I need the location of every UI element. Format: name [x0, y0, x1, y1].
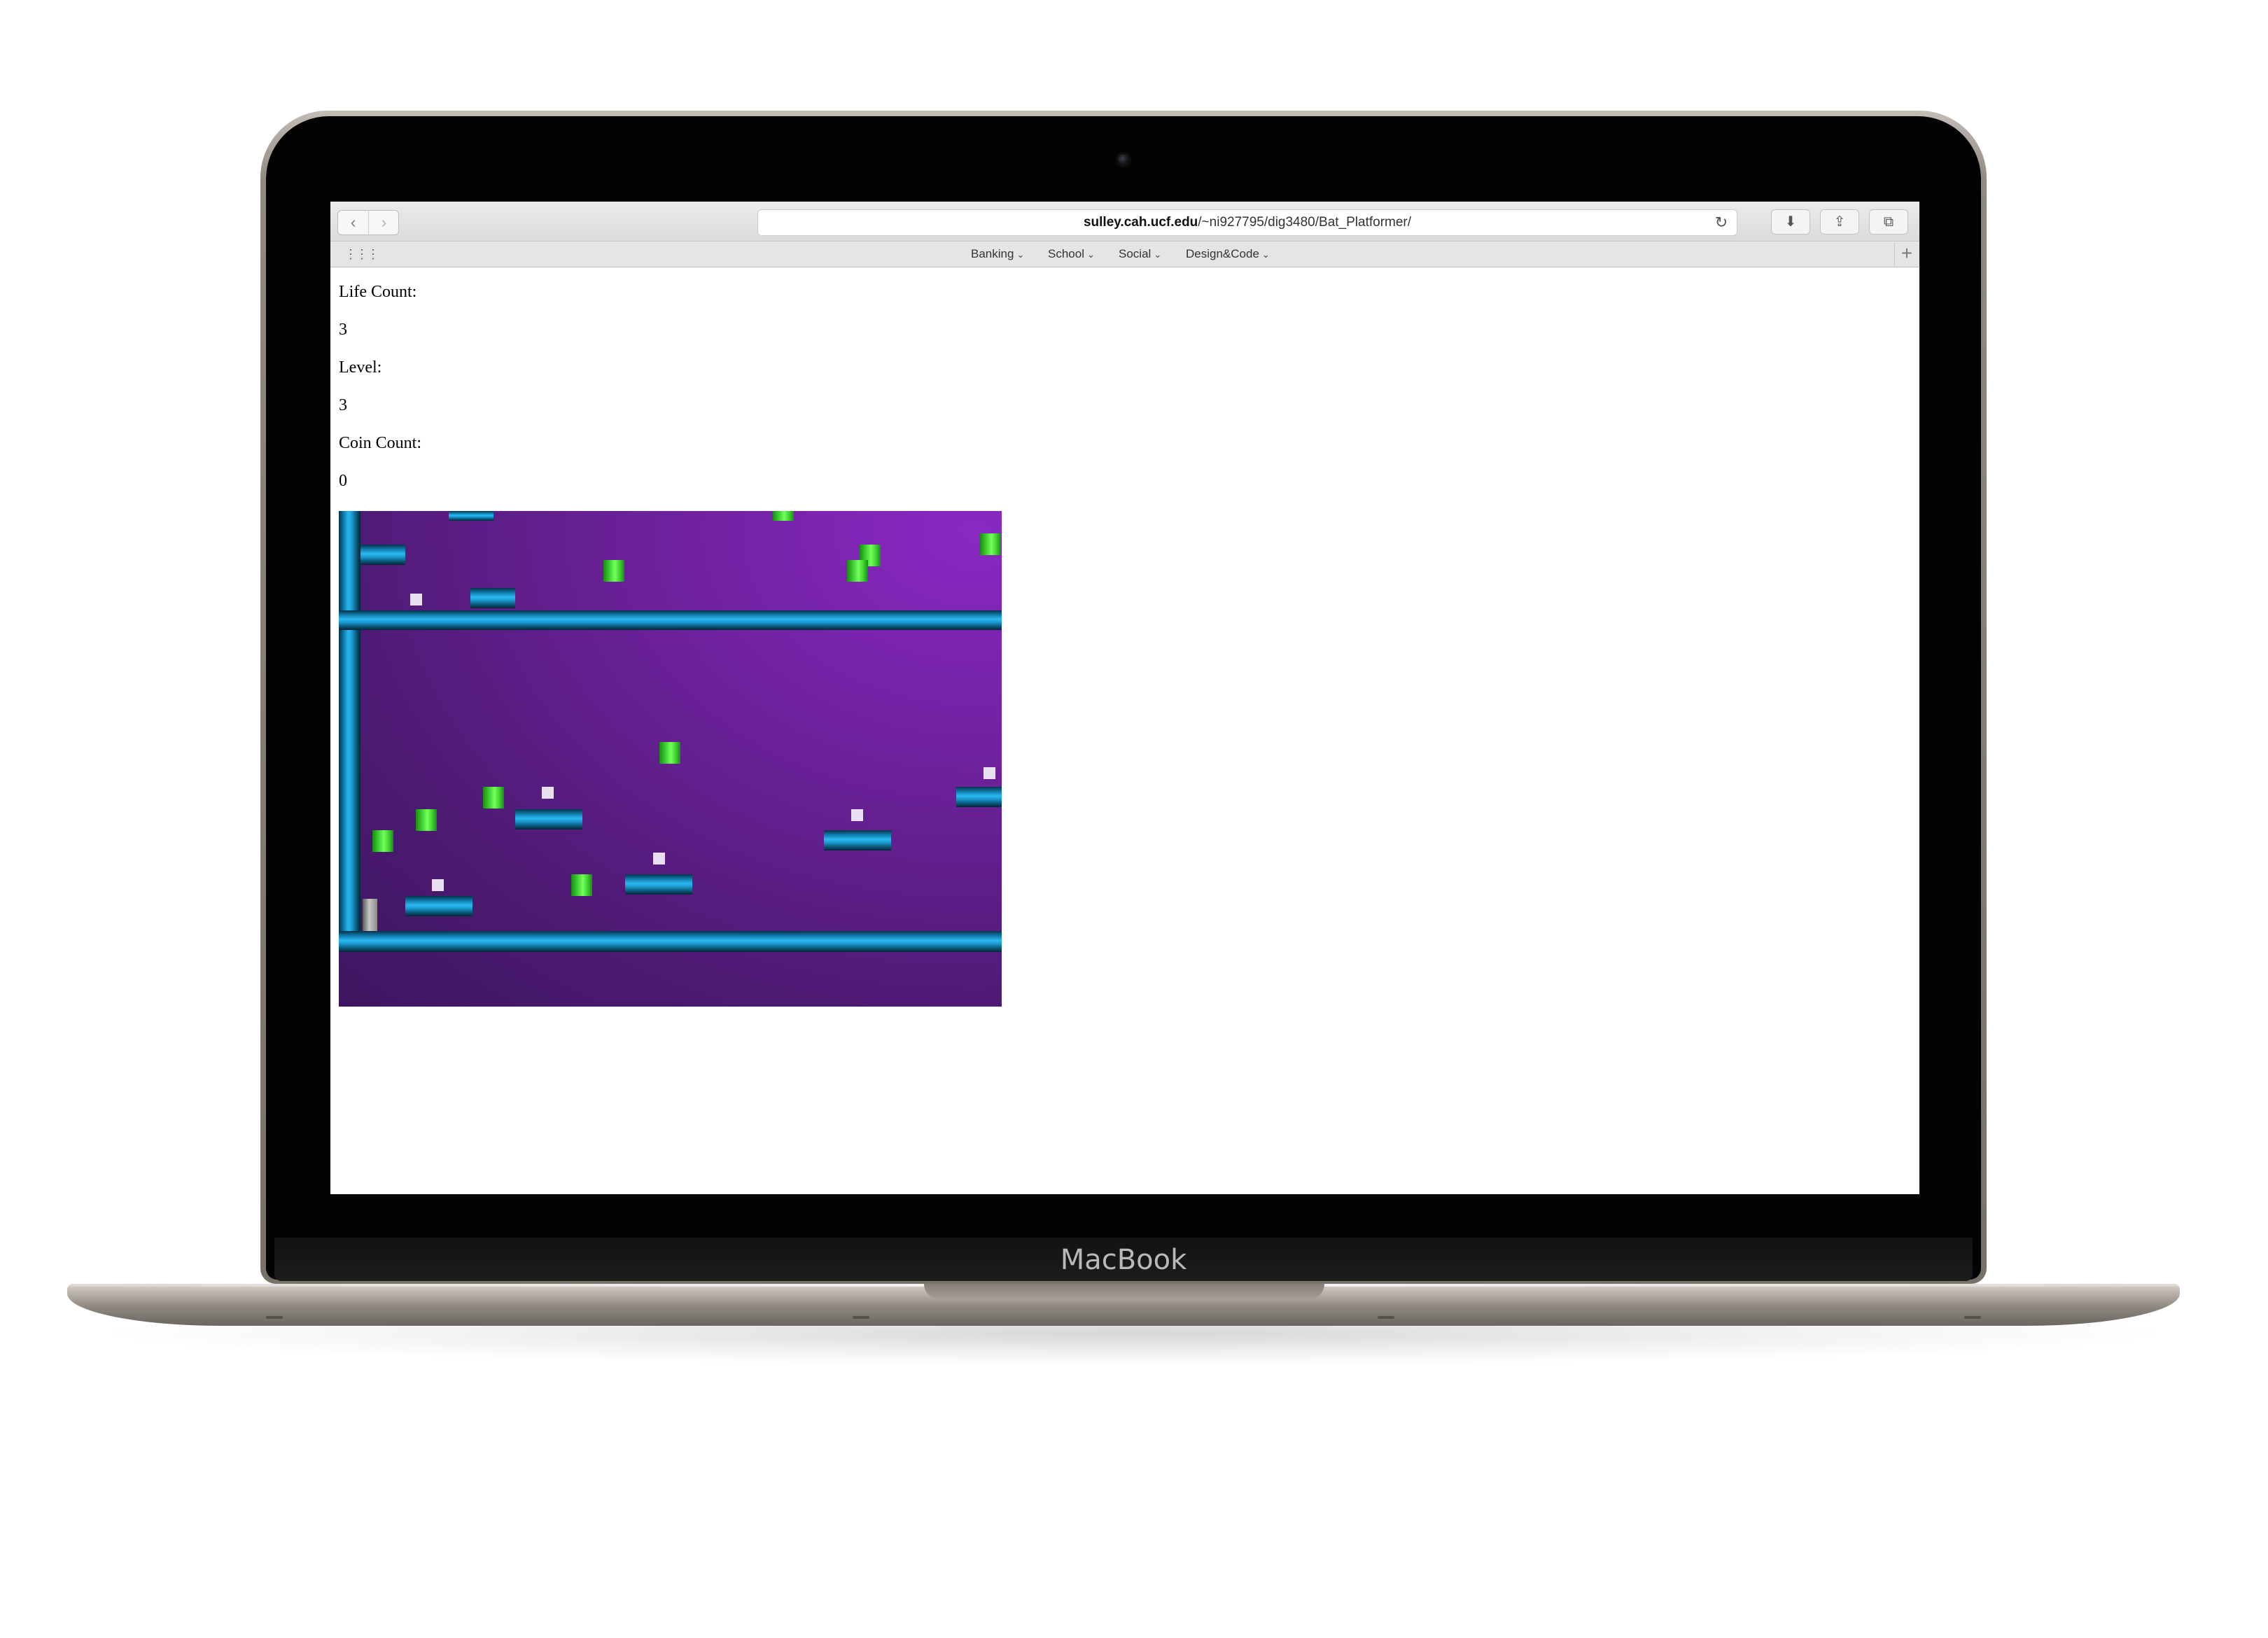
chevron-right-icon: › [381, 214, 387, 231]
reload-button[interactable]: ↻ [1712, 213, 1731, 232]
enemy-block [410, 594, 422, 606]
level-value: 3 [339, 396, 347, 414]
share-icon: ⇪ [1833, 214, 1846, 230]
coin [773, 511, 794, 521]
favorite-school[interactable]: School ⌄ [1048, 241, 1095, 267]
forward-button[interactable]: › [368, 211, 399, 234]
screen: ‹ › sulley.cah.ucf.edu/~ni927795/dig3480… [330, 202, 1919, 1194]
enemy-block [851, 809, 863, 821]
url-text: sulley.cah.ucf.edu/~ni927795/dig3480/Bat… [758, 210, 1737, 235]
laptop-foot [1378, 1316, 1394, 1319]
chevron-left-icon: ‹ [350, 214, 356, 231]
chevron-down-icon: ⌄ [1154, 249, 1162, 260]
tabs-icon: ⧉ [1883, 214, 1894, 230]
coin [980, 533, 1001, 555]
plus-icon: + [1900, 242, 1913, 264]
player-character [363, 899, 377, 931]
coin [603, 560, 624, 582]
laptop-foot [266, 1316, 283, 1319]
favorite-banking[interactable]: Banking ⌄ [971, 241, 1024, 267]
favorite-social[interactable]: Social ⌄ [1119, 241, 1161, 267]
download-icon: ⬇ [1784, 214, 1797, 230]
url-path: /~ni927795/dig3480/Bat_Platformer/ [1198, 215, 1412, 230]
game-canvas[interactable] [339, 511, 1002, 1007]
favorite-label: Design&Code [1186, 247, 1259, 260]
browser-toolbar: ‹ › sulley.cah.ucf.edu/~ni927795/dig3480… [330, 202, 1919, 241]
life-count-label: Life Count: [339, 283, 417, 301]
chevron-down-icon: ⌄ [1016, 249, 1025, 260]
back-button[interactable]: ‹ [338, 211, 368, 234]
coin-count-label: Coin Count: [339, 434, 422, 452]
coin-count-value: 0 [339, 472, 347, 490]
laptop-hinge-notch [924, 1284, 1324, 1299]
favorites-bar: ⋮⋮⋮ Banking ⌄ School ⌄ Social ⌄ Design&Code… [330, 241, 1919, 267]
coin [847, 560, 868, 582]
platform [824, 830, 891, 850]
camera-icon [1118, 154, 1129, 165]
left-wall [339, 511, 360, 938]
coin [483, 787, 504, 808]
enemy-block [983, 767, 995, 779]
reload-icon: ↻ [1714, 214, 1728, 231]
downloads-button[interactable]: ⬇ [1771, 209, 1810, 234]
coin [416, 809, 437, 831]
favorite-design-code[interactable]: Design&Code ⌄ [1186, 241, 1270, 267]
platform [470, 588, 515, 608]
apps-grid-icon[interactable]: ⋮⋮⋮ [344, 246, 379, 262]
laptop-foot [853, 1316, 869, 1319]
upper-floor-platform [339, 610, 1002, 630]
favorite-label: School [1048, 247, 1084, 260]
enemy-block [432, 879, 444, 891]
platform [625, 874, 692, 895]
chevron-down-icon: ⌄ [1261, 249, 1270, 260]
coin [372, 830, 393, 852]
platform [515, 809, 582, 830]
coin [659, 742, 680, 764]
url-host: sulley.cah.ucf.edu [1083, 215, 1198, 230]
level-label: Level: [339, 358, 382, 377]
favorite-label: Social [1119, 247, 1152, 260]
life-count-value: 3 [339, 321, 347, 339]
platform [956, 787, 1002, 807]
chevron-down-icon: ⌄ [1086, 249, 1095, 260]
enemy-block [653, 853, 665, 864]
address-bar[interactable]: sulley.cah.ucf.edu/~ni927795/dig3480/Bat… [757, 209, 1737, 236]
laptop-foot [1964, 1316, 1981, 1319]
brand-label: MacBook [1060, 1244, 1187, 1276]
tabs-overview-button[interactable]: ⧉ [1869, 209, 1908, 234]
new-tab-button[interactable]: + [1894, 242, 1919, 266]
platform [405, 896, 472, 916]
enemy-block [542, 787, 554, 799]
platform [449, 511, 493, 521]
share-button[interactable]: ⇪ [1820, 209, 1859, 234]
ground-floor-platform [339, 931, 1002, 952]
platform [360, 545, 405, 565]
nav-button-group: ‹ › [337, 210, 399, 235]
favorite-label: Banking [971, 247, 1014, 260]
coin [571, 874, 592, 896]
